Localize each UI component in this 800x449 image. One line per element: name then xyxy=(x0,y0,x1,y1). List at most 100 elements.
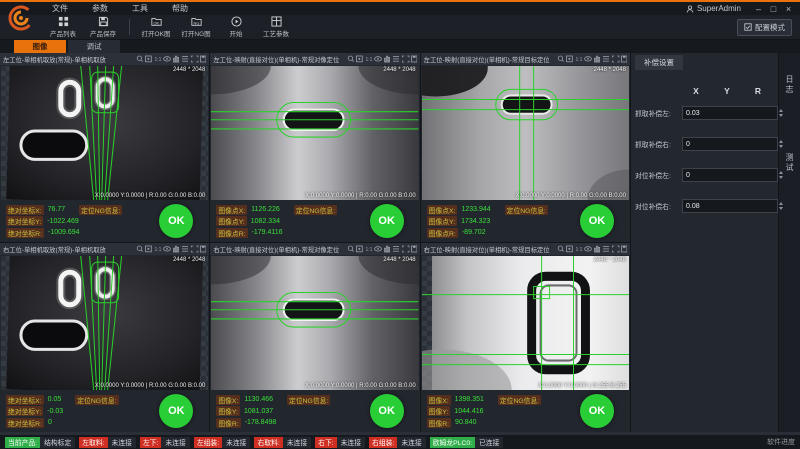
save-image-icon[interactable] xyxy=(621,56,627,62)
one-to-one-icon[interactable]: 1:1 xyxy=(365,247,372,253)
titlebar-right: SuperAdmin – □ × xyxy=(686,3,800,15)
expand-icon[interactable] xyxy=(402,56,409,62)
eye-icon[interactable] xyxy=(585,247,592,251)
side-tab-1[interactable]: 日志 xyxy=(784,75,795,95)
save-image-icon[interactable] xyxy=(621,246,627,252)
comp-value-input[interactable] xyxy=(683,138,777,150)
maximize-button[interactable]: □ xyxy=(766,3,781,15)
eye-icon[interactable] xyxy=(164,247,171,251)
spin-down-icon[interactable] xyxy=(778,144,784,150)
fit-image-icon[interactable] xyxy=(356,246,362,252)
list-icon[interactable] xyxy=(603,57,609,62)
eye-icon[interactable] xyxy=(374,247,381,251)
close-button[interactable]: × xyxy=(781,3,796,15)
compensation-row-2: 抓取补偿右: xyxy=(635,137,772,151)
toolbar-save-button[interactable]: 产品保存 xyxy=(86,15,120,39)
save-image-icon[interactable] xyxy=(411,246,417,252)
zoom-icon[interactable] xyxy=(138,246,143,252)
camera-image[interactable]: 2448 * 2048 X:0.0000 Y:0.0000 | R:0.00 G… xyxy=(1,66,208,200)
list-icon[interactable] xyxy=(182,57,188,62)
field-label: 图像点X: xyxy=(427,205,458,215)
menu-parameters[interactable]: 参数 xyxy=(92,3,108,14)
histogram-icon[interactable] xyxy=(174,56,179,62)
config-mode-button[interactable]: 配置模式 xyxy=(737,19,792,36)
comp-spinbox-x-row4[interactable] xyxy=(682,199,785,213)
toolbar-params-button[interactable]: 工艺参数 xyxy=(259,15,293,39)
camera-image[interactable]: 2448 * 2048 X:0.0000 Y:0.0000 | G:255 B:… xyxy=(422,256,629,390)
field-value: 1734.323 xyxy=(461,218,490,225)
histogram-icon[interactable] xyxy=(174,246,179,252)
camera-image[interactable]: 2448 * 2048 X:0.0000 Y:0.0000 | R:0.00 G… xyxy=(211,66,418,200)
comp-spinbox-x-row2[interactable] xyxy=(682,137,785,151)
panel-title: 左工位-单相机取放(常规)-单相机取放 xyxy=(3,55,106,64)
app-logo-icon xyxy=(5,3,37,33)
status-chip-value: 未连接 xyxy=(222,437,250,447)
save-image-icon[interactable] xyxy=(201,56,207,62)
expand-icon[interactable] xyxy=(192,246,199,252)
save-image-icon[interactable] xyxy=(201,246,207,252)
one-to-one-icon[interactable]: 1:1 xyxy=(155,57,162,63)
camera-image-slot xyxy=(211,256,418,390)
one-to-one-icon[interactable]: 1:1 xyxy=(575,57,582,63)
one-to-one-icon[interactable]: 1:1 xyxy=(575,247,582,253)
zoom-icon[interactable] xyxy=(138,56,143,62)
comp-spinbox-x-row3[interactable] xyxy=(682,168,785,182)
expand-icon[interactable] xyxy=(192,56,199,62)
spin-down-icon[interactable] xyxy=(778,206,784,212)
spin-down-icon[interactable] xyxy=(778,175,784,181)
comp-value-input[interactable] xyxy=(683,107,777,119)
comp-value-input[interactable] xyxy=(683,169,777,181)
eye-icon[interactable] xyxy=(164,57,171,61)
histogram-icon[interactable] xyxy=(594,246,599,252)
one-to-one-icon[interactable]: 1:1 xyxy=(365,57,372,63)
fit-image-icon[interactable] xyxy=(566,246,572,252)
compensation-row-label: 抓取补偿左: xyxy=(635,108,679,118)
expand-icon[interactable] xyxy=(402,246,409,252)
eye-icon[interactable] xyxy=(585,57,592,61)
tab-bar: 图像调试 xyxy=(0,40,800,53)
histogram-icon[interactable] xyxy=(384,56,389,62)
camera-image[interactable]: 2448 * 2048 X:0.0000 Y:0.0000 | R:0.00 G… xyxy=(211,256,418,390)
toolbar-grid-button[interactable]: 产品列表 xyxy=(46,15,80,39)
fit-image-icon[interactable] xyxy=(356,56,362,62)
field-value: 76.77 xyxy=(48,206,66,213)
comp-spinbox-x-row1[interactable] xyxy=(682,106,785,120)
side-tab-2[interactable]: 测试 xyxy=(784,153,795,173)
fit-image-icon[interactable] xyxy=(566,56,572,62)
tab-1[interactable]: 图像 xyxy=(14,40,66,53)
camera-image[interactable]: 2448 * 2048 X:0.0000 Y:0.0000 | R:0.00 G… xyxy=(1,256,208,390)
expand-icon[interactable] xyxy=(612,56,619,62)
svg-text:NG: NG xyxy=(193,20,199,25)
zoom-icon[interactable] xyxy=(558,56,563,62)
expand-icon[interactable] xyxy=(612,246,619,252)
camera-image[interactable]: 2448 * 2048 X:0.0000 Y:0.0000 | R:0.00 G… xyxy=(422,66,629,200)
user-account[interactable]: SuperAdmin xyxy=(686,4,741,13)
toolbar-folder-ok-button[interactable]: OK 打开OK图 xyxy=(139,15,173,39)
menu-help[interactable]: 帮助 xyxy=(172,3,188,14)
spin-down-icon[interactable] xyxy=(778,113,784,119)
save-image-icon[interactable] xyxy=(411,56,417,62)
fit-image-icon[interactable] xyxy=(146,246,152,252)
histogram-icon[interactable] xyxy=(594,56,599,62)
menu-file[interactable]: 文件 xyxy=(52,3,68,14)
toolbar-button-label: 打开OK图 xyxy=(142,28,171,38)
fit-image-icon[interactable] xyxy=(146,56,152,62)
eye-icon[interactable] xyxy=(374,57,381,61)
list-icon[interactable] xyxy=(393,57,399,62)
comp-value-input[interactable] xyxy=(683,200,777,212)
zoom-icon[interactable] xyxy=(558,246,563,252)
menu-tools[interactable]: 工具 xyxy=(132,3,148,14)
field-label: 绝对坐标Y: xyxy=(6,406,43,416)
list-icon[interactable] xyxy=(182,247,188,252)
histogram-icon[interactable] xyxy=(384,246,389,252)
minimize-button[interactable]: – xyxy=(751,3,766,15)
one-to-one-icon[interactable]: 1:1 xyxy=(155,247,162,253)
list-icon[interactable] xyxy=(603,247,609,252)
tab-2[interactable]: 调试 xyxy=(68,40,120,53)
toolbar-folder-ng-button[interactable]: NG 打开NG图 xyxy=(179,15,213,39)
list-icon[interactable] xyxy=(393,247,399,252)
compensation-tab[interactable]: 补偿设置 xyxy=(635,55,683,70)
zoom-icon[interactable] xyxy=(348,246,353,252)
zoom-icon[interactable] xyxy=(348,56,353,62)
toolbar-play-button[interactable]: 开始 xyxy=(219,15,253,39)
